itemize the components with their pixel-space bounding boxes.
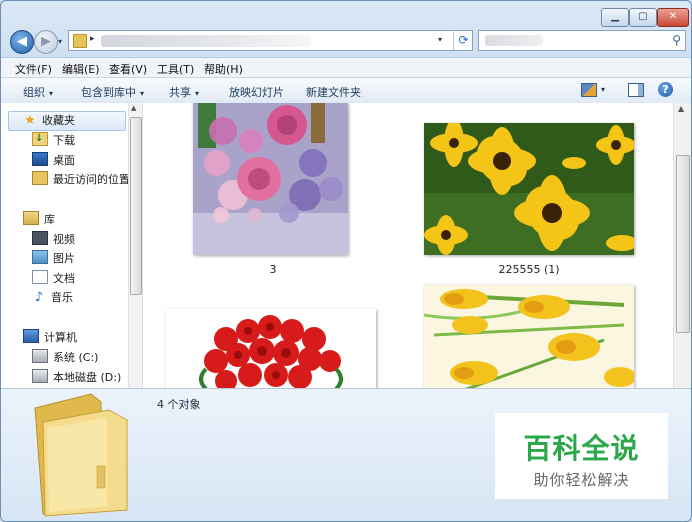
share-label: 共享 bbox=[169, 86, 191, 99]
documents-icon bbox=[32, 270, 48, 284]
scrollbar-thumb[interactable] bbox=[130, 117, 142, 295]
preview-pane-icon[interactable] bbox=[628, 83, 644, 97]
organize-button[interactable]: 组织 ▾ bbox=[23, 84, 53, 100]
star-icon: ★ bbox=[24, 113, 36, 128]
sidebar-item-label: 桌面 bbox=[53, 154, 75, 167]
chevron-down-icon: ▾ bbox=[49, 89, 54, 98]
menu-edit[interactable]: 编辑(E) bbox=[62, 61, 100, 77]
sidebar-item-label: 文档 bbox=[53, 272, 75, 285]
computer-icon bbox=[23, 329, 39, 343]
views-chevron-down-icon[interactable]: ▾ bbox=[601, 85, 605, 94]
address-dropdown[interactable]: ▾ bbox=[438, 35, 442, 44]
breadcrumb-path-blurred[interactable] bbox=[101, 35, 311, 47]
drive-icon bbox=[32, 349, 48, 363]
forward-button[interactable]: ▶ bbox=[34, 30, 58, 54]
slideshow-button[interactable]: 放映幻灯片 bbox=[229, 84, 284, 100]
chevron-down-icon: ▾ bbox=[195, 89, 200, 98]
sidebar-item-recent-places[interactable]: 最近访问的位置 bbox=[32, 171, 130, 189]
downloads-icon bbox=[32, 130, 48, 148]
sidebar-item-desktop[interactable]: 桌面 bbox=[32, 152, 75, 170]
folder-icon bbox=[73, 34, 87, 48]
search-icon[interactable]: ⚲ bbox=[672, 33, 681, 47]
sidebar-item-label: 最近访问的位置 bbox=[53, 173, 130, 186]
sidebar-item-videos[interactable]: 视频 bbox=[32, 231, 75, 249]
item-count: 4 个对象 bbox=[157, 398, 201, 411]
share-button[interactable]: 共享 ▾ bbox=[169, 84, 199, 100]
flower-photo-yellow-tulips bbox=[424, 285, 634, 388]
videos-icon bbox=[32, 231, 48, 245]
command-bar: 组织 ▾ 包含到库中 ▾ 共享 ▾ 放映幻灯片 新建文件夹 ▾ ? bbox=[1, 77, 691, 104]
back-button[interactable]: ◀ bbox=[10, 30, 34, 54]
file-caption[interactable]: 225555 (1) bbox=[449, 263, 609, 276]
pictures-icon bbox=[32, 250, 48, 264]
menu-help[interactable]: 帮助(H) bbox=[204, 61, 243, 77]
navigation-scrollbar[interactable]: ▲ bbox=[128, 103, 142, 388]
explorer-window: ▁ ▢ ✕ ◀ ▶ ▾ ▸ ▾ ⟳ ⚲ 文件(F) 编辑(E) 查看(V) 工具… bbox=[0, 0, 692, 522]
breadcrumb-separator[interactable]: ▸ bbox=[90, 34, 95, 44]
menu-bar: 文件(F) 编辑(E) 查看(V) 工具(T) 帮助(H) bbox=[1, 57, 691, 78]
sidebar-item-computer[interactable]: 计算机 bbox=[23, 329, 77, 347]
change-view-icon[interactable] bbox=[581, 83, 597, 97]
sidebar-item-label: 图片 bbox=[53, 252, 75, 265]
sidebar-item-label: 收藏夹 bbox=[42, 114, 75, 127]
music-icon: ♪ bbox=[34, 290, 44, 305]
libraries-icon bbox=[23, 211, 39, 225]
sidebar-item-label: 下载 bbox=[53, 134, 75, 147]
chevron-down-icon: ▾ bbox=[140, 89, 145, 98]
menu-view[interactable]: 查看(V) bbox=[109, 61, 147, 77]
sidebar-item-label: 音乐 bbox=[51, 291, 73, 304]
sidebar-item-libraries[interactable]: 库 bbox=[23, 211, 55, 229]
scroll-up-arrow[interactable]: ▲ bbox=[131, 104, 136, 112]
menu-tools[interactable]: 工具(T) bbox=[157, 61, 194, 77]
sidebar-item-drive-c[interactable]: 系统 (C:) bbox=[32, 349, 98, 367]
file-caption[interactable]: 3 bbox=[193, 263, 353, 276]
sidebar-item-label: 计算机 bbox=[44, 331, 77, 344]
watermark-subtitle: 助你轻松解决 bbox=[533, 471, 630, 489]
search-box[interactable]: ⚲ bbox=[478, 30, 686, 51]
maximize-button[interactable]: ▢ bbox=[629, 8, 657, 27]
organize-label: 组织 bbox=[23, 86, 45, 99]
recent-places-icon bbox=[32, 171, 48, 185]
search-placeholder-blurred bbox=[485, 35, 543, 46]
menu-file[interactable]: 文件(F) bbox=[15, 61, 52, 77]
sidebar-item-label: 本地磁盘 (D:) bbox=[53, 371, 122, 384]
sidebar-item-music[interactable]: ♪ 音乐 bbox=[32, 289, 73, 307]
sidebar-item-label: 系统 (C:) bbox=[53, 351, 99, 364]
flower-photo-yellow-daisies bbox=[424, 123, 634, 255]
image-thumbnail-225555-1[interactable] bbox=[424, 123, 634, 255]
sidebar-item-favorites[interactable]: ★ 收藏夹 bbox=[8, 111, 126, 131]
sidebar-item-downloads[interactable]: 下载 bbox=[32, 130, 75, 150]
flower-photo-red-roses bbox=[166, 309, 376, 388]
sidebar-item-drive-d[interactable]: 本地磁盘 (D:) bbox=[32, 369, 121, 387]
image-thumbnail-roses[interactable] bbox=[166, 309, 376, 388]
include-in-library-button[interactable]: 包含到库中 ▾ bbox=[81, 84, 144, 100]
include-library-label: 包含到库中 bbox=[81, 86, 136, 99]
desktop-icon bbox=[32, 152, 48, 166]
close-button[interactable]: ✕ bbox=[657, 8, 689, 27]
image-thumbnail-tulips[interactable] bbox=[424, 285, 634, 388]
sidebar-item-documents[interactable]: 文档 bbox=[32, 270, 75, 288]
help-icon[interactable]: ? bbox=[658, 82, 673, 97]
address-bar[interactable]: ▸ ▾ ⟳ bbox=[68, 30, 473, 51]
sidebar-item-pictures[interactable]: 图片 bbox=[32, 250, 75, 268]
drive-icon bbox=[32, 369, 48, 383]
watermark-title: 百科全说 bbox=[523, 432, 640, 465]
minimize-button[interactable]: ▁ bbox=[601, 8, 629, 27]
file-list-scrollbar[interactable]: ▲ bbox=[673, 103, 691, 388]
image-thumbnail-3[interactable] bbox=[193, 103, 348, 255]
folder-icon bbox=[34, 393, 128, 517]
scroll-up-arrow[interactable]: ▲ bbox=[678, 104, 684, 113]
recent-pages-dropdown[interactable]: ▾ bbox=[58, 37, 62, 46]
scrollbar-thumb[interactable] bbox=[676, 155, 690, 333]
file-list: 3 225555 (1) bbox=[143, 103, 673, 388]
watermark-logo: 百科全说 助你轻松解决 bbox=[495, 413, 668, 499]
new-folder-button[interactable]: 新建文件夹 bbox=[306, 84, 361, 100]
refresh-button[interactable]: ⟳ bbox=[453, 30, 473, 50]
sidebar-item-label: 视频 bbox=[53, 233, 75, 246]
flower-photo-lilac bbox=[193, 103, 348, 255]
details-pane: 4 个对象 百科全说 助你轻松解决 bbox=[1, 388, 691, 521]
navigation-pane: ★收藏夹 下载 桌面 最近访问的位置 库 视频 图片 文档 ♪音乐 计算机 系统 bbox=[1, 103, 143, 388]
sidebar-item-label: 库 bbox=[44, 213, 55, 226]
